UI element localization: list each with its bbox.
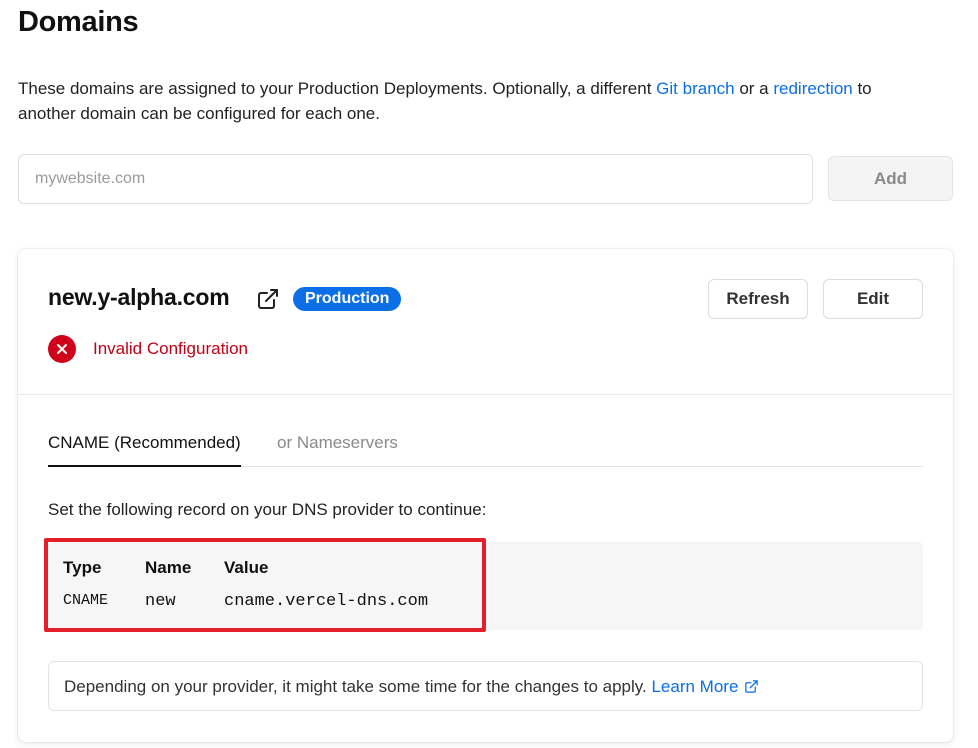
intro-text: These domains are assigned to your Produ… — [18, 76, 918, 126]
status-text: Invalid Configuration — [93, 339, 248, 358]
edit-button[interactable]: Edit — [823, 279, 923, 319]
propagation-notice: Depending on your provider, it might tak… — [48, 661, 923, 711]
domain-card: new.y-alpha.com Production Refresh Edit … — [18, 249, 953, 742]
external-link-icon[interactable] — [256, 287, 280, 311]
add-domain-row: Add — [18, 154, 953, 204]
dns-tabs: CNAME (Recommended) or Nameservers — [48, 429, 923, 467]
learn-more-label: Learn More — [651, 677, 739, 696]
dns-instructions: Set the following record on your DNS pro… — [48, 500, 487, 519]
domain-name: new.y-alpha.com — [48, 284, 230, 310]
notice-text: Depending on your provider, it might tak… — [64, 677, 652, 696]
production-badge: Production — [293, 287, 402, 311]
domain-input[interactable] — [18, 154, 813, 204]
tab-nameservers[interactable]: or Nameservers — [277, 433, 398, 453]
external-link-icon — [745, 680, 759, 693]
intro-text-middle: or a — [734, 79, 774, 98]
redirection-link[interactable]: redirection — [773, 79, 852, 98]
add-button[interactable]: Add — [828, 156, 953, 201]
x-glyph — [57, 344, 67, 354]
record-highlight-box — [44, 538, 486, 632]
page-title: Domains — [18, 6, 139, 38]
tab-cname[interactable]: CNAME (Recommended) — [48, 433, 241, 467]
intro-text-before: These domains are assigned to your Produ… — [18, 79, 657, 98]
error-x-icon — [48, 335, 76, 363]
domain-card-header: new.y-alpha.com Production Refresh Edit … — [18, 249, 953, 395]
git-branch-link[interactable]: Git branch — [656, 79, 734, 98]
learn-more-link[interactable]: Learn More — [651, 677, 759, 696]
refresh-button[interactable]: Refresh — [708, 279, 808, 319]
